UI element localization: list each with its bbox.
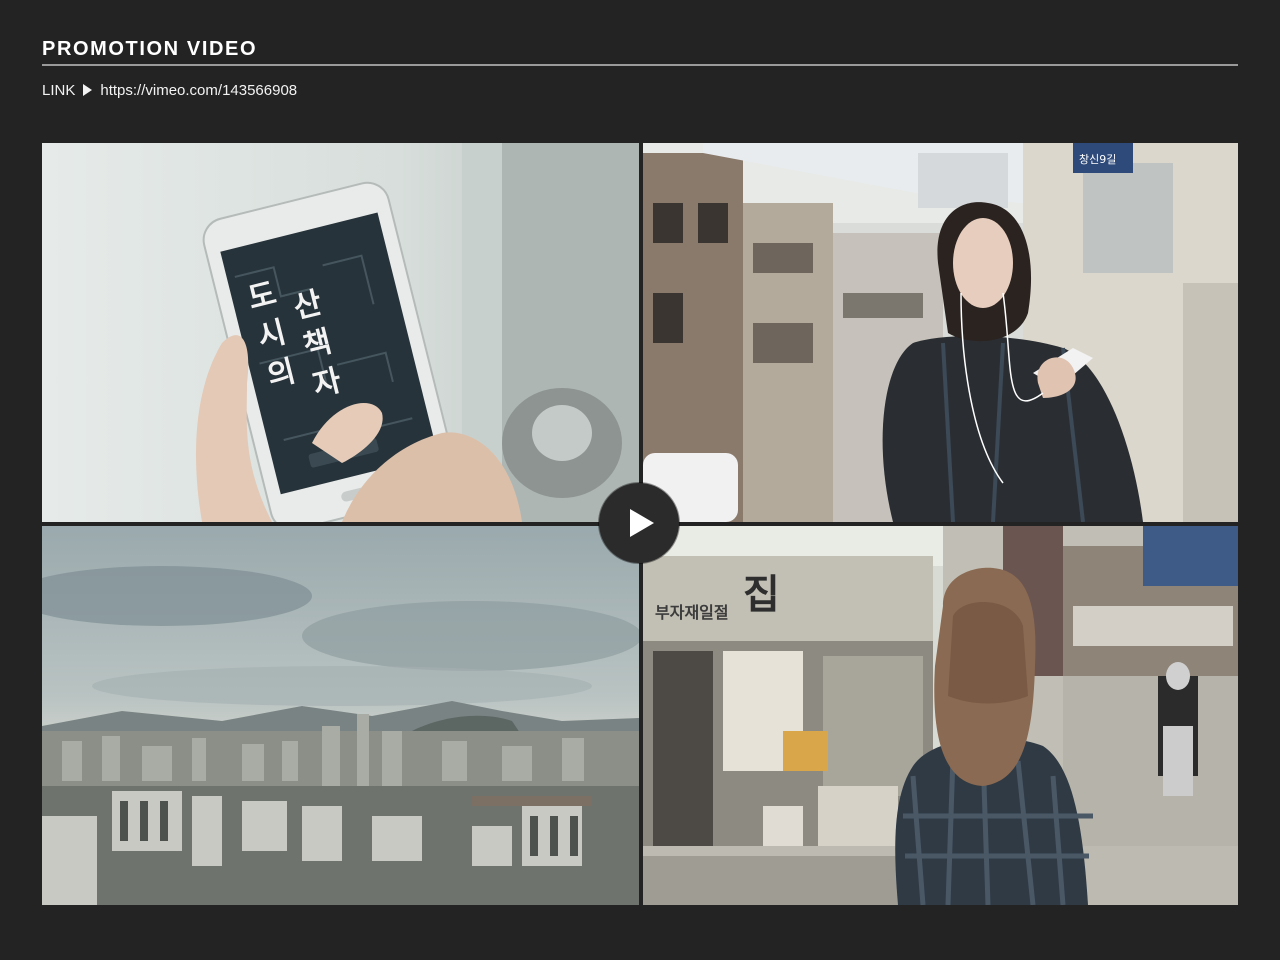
play-triangle-icon [83,84,93,96]
svg-text:창신9길: 창신9길 [1079,153,1116,166]
phone-app-frame: 도 시 산 의 책 자 [42,143,639,522]
svg-text:집: 집 [743,572,780,618]
svg-text:부자재일절: 부자재일절 [655,603,729,622]
woman-street-frame: 창신9길 [643,143,1238,522]
video-link[interactable]: https://vimeo.com/143566908 [100,82,297,99]
city-skyline-frame [42,526,639,905]
link-label: LINK [42,81,76,99]
play-button[interactable] [599,483,679,563]
play-icon [630,509,654,537]
title-divider [42,64,1238,66]
page-title: PROMOTION VIDEO [42,38,258,60]
link-row: LINK https://vimeo.com/143566908 [42,80,297,100]
alley-walk-frame: 부자재일절 집 [643,526,1238,905]
